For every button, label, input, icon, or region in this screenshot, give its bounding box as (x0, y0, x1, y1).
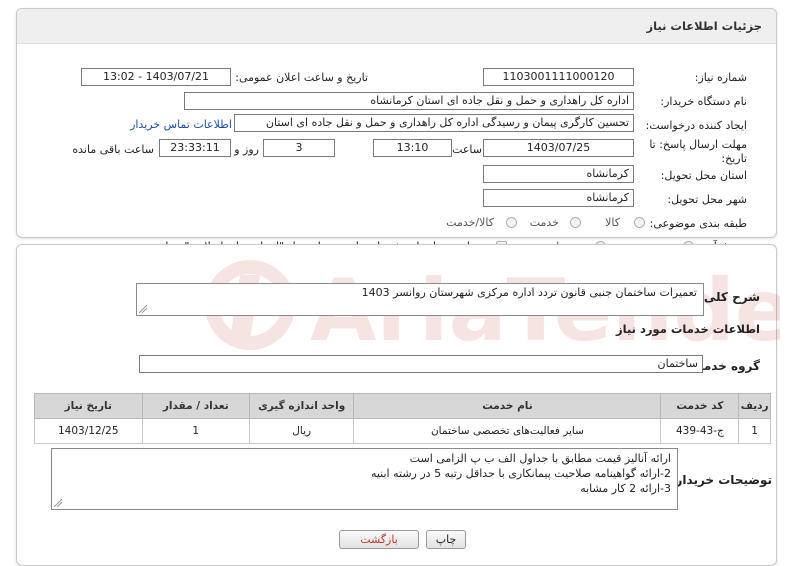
cell-code: ج-43-439 (660, 418, 740, 444)
province-label: استان محل تحویل: (660, 169, 747, 182)
deadline-label: مهلت ارسال پاسخ: تا (649, 138, 747, 151)
need-number-label: شماره نیاز: (694, 71, 747, 84)
cell-date: 1403/12/25 (34, 418, 143, 444)
category-label: طبقه بندی موضوعی: (649, 217, 747, 230)
col-qty-header: تعداد / مقدار (141, 393, 251, 419)
table-header-row: ردیف کد خدمت نام خدمت واحد اندازه گیری ت… (34, 393, 771, 419)
resize-handle-icon[interactable] (54, 499, 62, 507)
panel-title: جزئیات اطلاعات نیاز (646, 19, 762, 33)
category-radio-goods-service[interactable] (506, 217, 517, 228)
category-radio-service[interactable] (570, 217, 581, 228)
cell-unit: ریال (248, 418, 355, 444)
deadline-time-label: ساعت (452, 143, 482, 156)
cell-row: 1 (738, 418, 771, 444)
service-group-field: ساختمان (139, 355, 703, 373)
announce-field: 1403/07/21 - 13:02 (81, 68, 231, 86)
remaining-label: ساعت باقی مانده (72, 143, 154, 156)
deadline-time-field: 13:10 (373, 139, 452, 157)
remaining-time-field: 23:33:11 (159, 139, 231, 157)
cell-name: سایر فعالیت‌های تخصصی ساختمان (353, 418, 662, 444)
description-text: تعمیرات ساختمان جنبی قانون تردد اداره مر… (361, 286, 697, 299)
buyer-notes-textarea: ارائه آنالیز قیمت مطابق با جداول الف ب پ… (51, 448, 678, 510)
city-field: کرمانشاه (483, 189, 634, 207)
buyer-label: نام دستگاه خریدار: (660, 95, 747, 108)
col-date-header: تاریخ نیاز (34, 393, 143, 419)
buyer-note-line: 2-ارائه گواهینامه صلاحیت پیمانکاری با حد… (370, 467, 671, 480)
col-code-header: کد خدمت (660, 393, 740, 419)
col-unit-header: واحد اندازه گیری (248, 393, 355, 419)
services-section-title: اطلاعات خدمات مورد نیاز (616, 322, 760, 336)
creator-field: تحسین کارگری پیمان و رسیدگی اداره کل راه… (234, 114, 634, 132)
category-option-service: خدمت (529, 216, 559, 229)
panel-header: جزئیات اطلاعات نیاز (17, 9, 776, 44)
print-button[interactable]: چاپ (426, 530, 466, 549)
buyer-note-line: ارائه آنالیز قیمت مطابق با جداول الف ب پ… (409, 452, 671, 465)
need-number-field: 1103001111000120 (483, 68, 634, 86)
deadline-date-field: 1403/07/25 (483, 139, 634, 157)
col-row-header: ردیف (738, 393, 771, 419)
deadline-date-label: تاریخ: (721, 152, 747, 165)
back-button[interactable]: بازگشت (339, 530, 419, 549)
announce-label: تاریخ و ساعت اعلان عمومی: (235, 71, 368, 84)
buyer-notes-label: توضیحات خریدار: (670, 473, 772, 487)
category-option-goods: کالا (605, 216, 620, 229)
category-option-goods-service: کالا/خدمت (446, 216, 494, 229)
city-label: شهر محل تحویل: (667, 193, 747, 206)
services-table: ردیف کد خدمت نام خدمت واحد اندازه گیری ت… (34, 393, 771, 444)
days-label: روز و (234, 143, 259, 156)
buyer-note-line: 3-ارائه 2 کار مشابه (580, 482, 671, 495)
table-row: 1 ج-43-439 سایر فعالیت‌های تخصصی ساختمان… (34, 418, 771, 444)
buyer-field: اداره کل راهداری و حمل و نقل جاده ای است… (184, 92, 634, 110)
buyer-contact-link[interactable]: اطلاعات تماس خریدار (130, 118, 232, 131)
description-textarea: تعمیرات ساختمان جنبی قانون تردد اداره مر… (136, 283, 704, 316)
creator-label: ایجاد کننده درخواست: (645, 119, 747, 132)
cell-qty: 1 (141, 418, 251, 444)
resize-handle-icon[interactable] (139, 305, 147, 313)
col-name-header: نام خدمت (353, 393, 662, 419)
category-radio-goods[interactable] (634, 217, 645, 228)
days-field: 3 (263, 139, 335, 157)
province-field: کرمانشاه (483, 165, 634, 183)
